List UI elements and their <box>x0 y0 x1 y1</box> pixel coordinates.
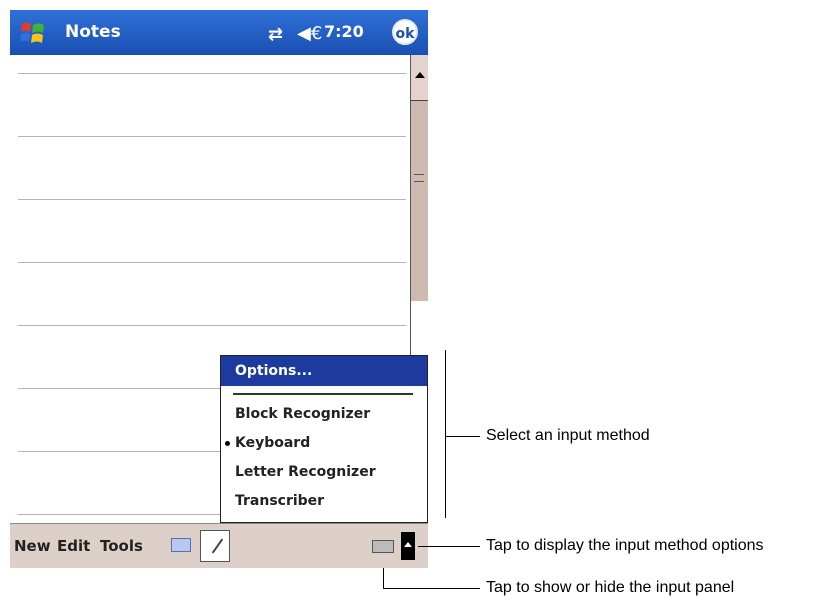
menu-item-block-recognizer[interactable]: Block Recognizer <box>235 406 370 422</box>
scroll-up-arrow-icon[interactable] <box>411 55 428 101</box>
callout-line <box>418 546 480 547</box>
new-menu-button[interactable]: New <box>14 537 51 555</box>
callout-line <box>383 588 480 589</box>
keyboard-icon[interactable] <box>372 540 394 553</box>
callout-display-options: Tap to display the input method options <box>486 537 764 554</box>
pen-mode-button[interactable] <box>200 530 230 562</box>
callout-select-input-method: Select an input method <box>486 427 650 444</box>
edit-menu-button[interactable]: Edit <box>57 537 90 555</box>
windows-flag-icon[interactable] <box>18 18 48 48</box>
scroll-track[interactable] <box>411 101 428 301</box>
clock-time[interactable]: 7:20 <box>324 22 364 41</box>
callout-line <box>383 568 384 588</box>
input-selector-arrow-button[interactable] <box>401 532 415 560</box>
menu-item-keyboard[interactable]: Keyboard <box>235 435 310 451</box>
pen-icon <box>211 538 224 554</box>
title-bar: Notes ⇄ ◀€ 7:20 ok <box>10 10 428 55</box>
speaker-icon[interactable]: ◀€ <box>297 23 322 44</box>
ruled-line <box>18 199 406 200</box>
scroll-thumb-grip-icon[interactable] <box>414 174 424 182</box>
connectivity-icon[interactable]: ⇄ <box>268 24 283 45</box>
ruled-line <box>18 73 406 74</box>
ruled-line <box>18 262 406 263</box>
app-title: Notes <box>65 22 121 42</box>
ok-button[interactable]: ok <box>392 19 418 45</box>
input-method-menu: Options... Block Recognizer Keyboard Let… <box>220 355 428 523</box>
pocket-pc-screen: Notes ⇄ ◀€ 7:20 ok Options... Block Reco… <box>10 10 428 568</box>
callout-bracket-line <box>445 350 446 518</box>
record-icon[interactable] <box>171 538 191 552</box>
menu-item-options[interactable]: Options... <box>221 356 427 386</box>
callout-show-hide-panel: Tap to show or hide the input panel <box>486 579 735 596</box>
menu-separator <box>233 393 413 395</box>
ruled-line <box>18 325 406 326</box>
callout-line <box>446 436 480 437</box>
menu-bar: New Edit Tools <box>10 523 428 568</box>
selected-bullet-icon <box>225 441 230 446</box>
menu-item-letter-recognizer[interactable]: Letter Recognizer <box>235 464 376 480</box>
ruled-line <box>18 136 406 137</box>
tools-menu-button[interactable]: Tools <box>100 537 143 555</box>
menu-item-transcriber[interactable]: Transcriber <box>235 493 324 509</box>
